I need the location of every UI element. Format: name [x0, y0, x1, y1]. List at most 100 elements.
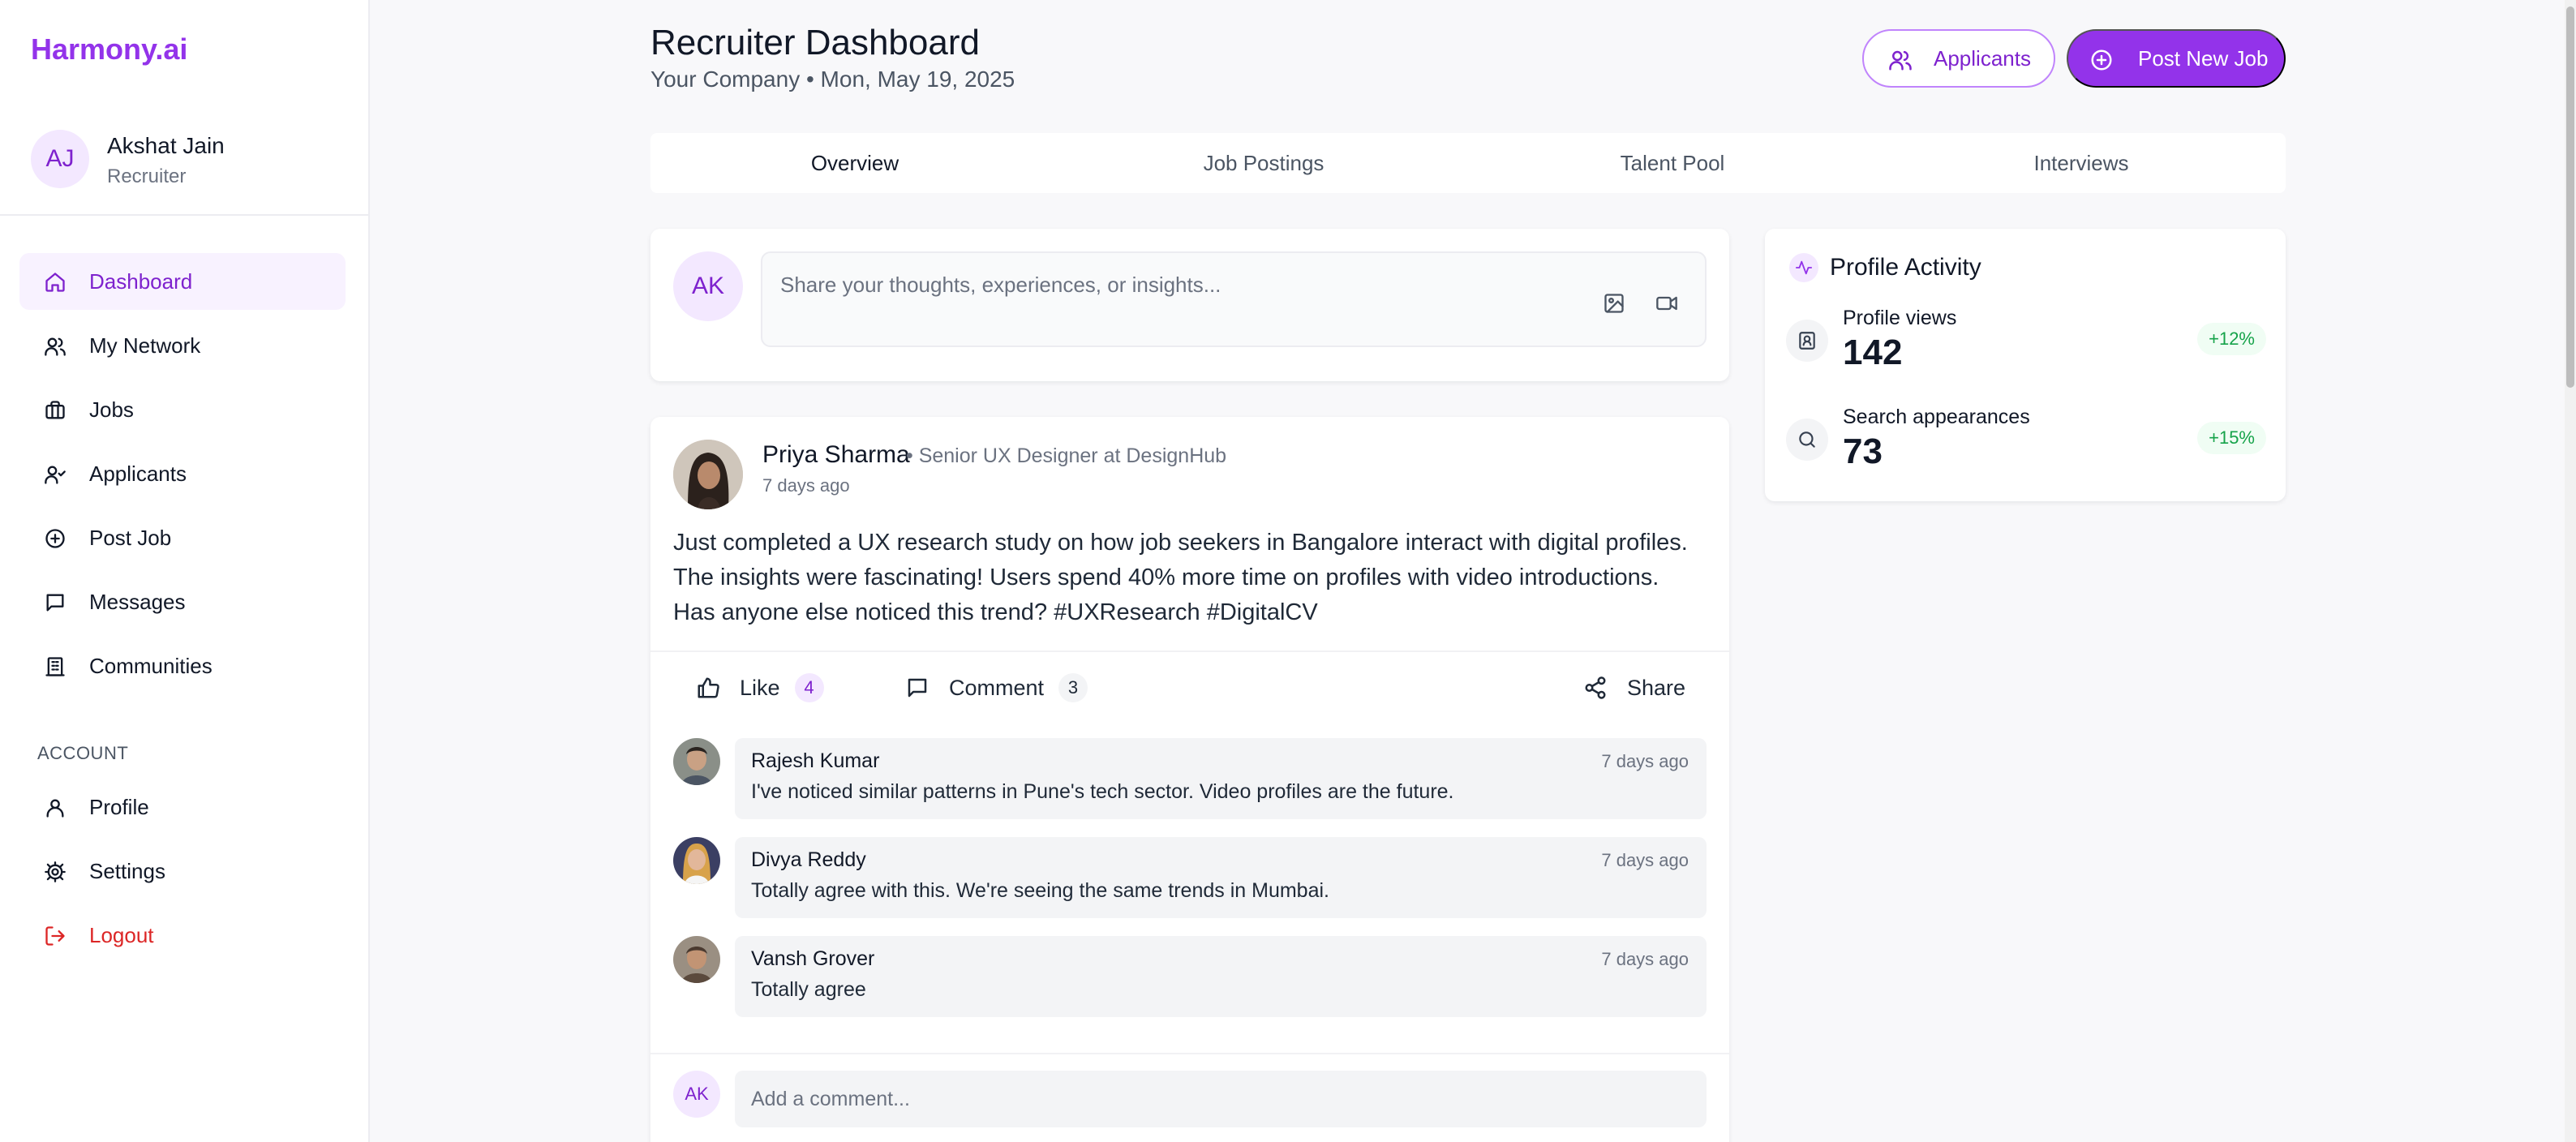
commenter-avatar[interactable] [673, 936, 720, 983]
comment-button[interactable]: Comment 3 [905, 668, 1088, 707]
commenter-name[interactable]: Divya Reddy [751, 848, 866, 872]
users-icon [1888, 48, 1913, 72]
sidebar-item-communities[interactable]: Communities [19, 638, 346, 694]
sidebar-item-label: Communities [89, 653, 213, 678]
page-scrollbar[interactable] [2565, 0, 2576, 1142]
like-button[interactable]: Like 4 [696, 668, 824, 707]
image-icon[interactable] [1603, 292, 1625, 315]
sidebar-item-label: Logout [89, 922, 154, 947]
comment-timestamp: 7 days ago [1601, 751, 1689, 771]
contact-card-icon [1786, 320, 1828, 362]
tab-overview[interactable]: Overview [650, 133, 1059, 193]
comment-item: Vansh Grover 7 days ago Totally agree [673, 936, 1707, 1017]
sidebar-item-applicants[interactable]: Applicants [19, 445, 346, 502]
commenter-avatar[interactable] [673, 837, 720, 884]
comment-bubble: Rajesh Kumar 7 days ago I've noticed sim… [735, 738, 1707, 819]
thumbs-up-icon [696, 676, 720, 700]
metric-delta-badge: +12% [2197, 323, 2266, 355]
brand-logo[interactable]: Harmony.ai [31, 32, 187, 67]
profile-activity-title: Profile Activity [1830, 254, 1981, 281]
sidebar: Harmony.ai AJ Akshat Jain Recruiter Dash… [0, 0, 370, 1142]
sidebar-item-profile[interactable]: Profile [19, 779, 346, 835]
logout-icon [44, 925, 67, 947]
briefcase-icon [44, 399, 67, 422]
sidebar-item-label: My Network [89, 333, 201, 358]
message-square-icon [905, 676, 930, 700]
metric-label: Search appearances [1843, 406, 2030, 428]
metric-search-appearances: Search appearances 73 +15% [1786, 406, 2266, 483]
sidebar-item-logout[interactable]: Logout [19, 907, 346, 964]
comment-text: Totally agree [751, 978, 866, 1001]
post-author[interactable]: Priya Sharma [762, 441, 910, 469]
metric-profile-views: Profile views 142 +12% [1786, 307, 2266, 384]
applicants-button[interactable]: Applicants [1862, 29, 2055, 88]
composer-placeholder: Share your thoughts, experiences, or ins… [780, 273, 1221, 297]
comment-bubble: Vansh Grover 7 days ago Totally agree [735, 936, 1707, 1017]
page-title: Recruiter Dashboard [650, 23, 980, 62]
search-icon [1786, 419, 1828, 461]
metric-value: 73 [1843, 431, 1883, 471]
share-icon [1583, 676, 1608, 700]
account-section-label: ACCOUNT [37, 743, 129, 763]
plus-circle-icon [44, 527, 67, 550]
user-card[interactable]: AJ Akshat Jain Recruiter [31, 130, 355, 195]
post-timestamp: 7 days ago [762, 475, 850, 496]
feed-post: Priya Sharma • Senior UX Designer at Des… [650, 417, 1729, 1142]
sidebar-item-post-job[interactable]: Post Job [19, 509, 346, 566]
commenter-name[interactable]: Rajesh Kumar [751, 749, 879, 773]
metric-value: 142 [1843, 333, 1903, 372]
sidebar-item-label: Applicants [89, 461, 187, 486]
building-icon [44, 655, 67, 678]
post-composer: AK Share your thoughts, experiences, or … [650, 229, 1729, 381]
message-square-icon [44, 591, 67, 614]
sidebar-item-label: Post Job [89, 525, 172, 550]
commenter-avatar[interactable] [673, 738, 720, 785]
tab-bar: Overview Job Postings Talent Pool Interv… [650, 133, 2286, 193]
comment-item: Rajesh Kumar 7 days ago I've noticed sim… [673, 738, 1707, 819]
like-label: Like [740, 675, 780, 700]
sidebar-item-label: Dashboard [89, 268, 193, 294]
user-icon [44, 796, 67, 819]
sidebar-item-my-network[interactable]: My Network [19, 317, 346, 374]
comment-bubble: Divya Reddy 7 days ago Totally agree wit… [735, 837, 1707, 918]
profile-activity-card: Profile Activity Profile views 142 +12% … [1765, 229, 2286, 501]
commenter-name[interactable]: Vansh Grover [751, 947, 874, 971]
user-check-icon [44, 463, 67, 486]
divider [650, 1053, 1729, 1054]
add-comment-input[interactable] [735, 1071, 1707, 1127]
tab-talent-pool[interactable]: Talent Pool [1468, 133, 1877, 193]
comment-timestamp: 7 days ago [1601, 949, 1689, 969]
user-role: Recruiter [107, 165, 187, 187]
like-count-badge: 4 [794, 673, 824, 702]
comment-timestamp: 7 days ago [1601, 850, 1689, 870]
user-name: Akshat Jain [107, 133, 225, 158]
sidebar-item-messages[interactable]: Messages [19, 573, 346, 630]
comment-item: Divya Reddy 7 days ago Totally agree wit… [673, 837, 1707, 918]
post-new-job-button[interactable]: Post New Job [2067, 29, 2286, 88]
video-icon[interactable] [1655, 292, 1679, 315]
avatar: AK [673, 251, 743, 321]
post-new-job-button-label: Post New Job [2138, 45, 2269, 71]
sidebar-item-jobs[interactable]: Jobs [19, 381, 346, 438]
tab-interviews[interactable]: Interviews [1877, 133, 2286, 193]
users-icon [44, 335, 67, 358]
composer-input[interactable]: Share your thoughts, experiences, or ins… [761, 251, 1707, 347]
profile-activity-header: Profile Activity [1789, 253, 1981, 282]
metric-label: Profile views [1843, 307, 1957, 329]
comment-text: Totally agree with this. We're seeing th… [751, 879, 1329, 902]
share-button[interactable]: Share [1583, 668, 1685, 707]
author-avatar[interactable] [673, 440, 743, 509]
comment-count-badge: 3 [1058, 673, 1088, 702]
scrollbar-thumb[interactable] [2566, 6, 2574, 388]
home-icon [44, 271, 67, 294]
sidebar-item-dashboard[interactable]: Dashboard [19, 253, 346, 310]
activity-icon [1789, 253, 1818, 282]
sidebar-divider [0, 214, 368, 216]
comment-text: I've noticed similar patterns in Pune's … [751, 780, 1454, 803]
gear-icon [44, 861, 67, 883]
avatar: AK [673, 1071, 720, 1118]
sidebar-item-settings[interactable]: Settings [19, 843, 346, 899]
tab-job-postings[interactable]: Job Postings [1059, 133, 1468, 193]
page-subtitle: Your Company • Mon, May 19, 2025 [650, 67, 1015, 92]
post-author-role: • Senior UX Designer at DesignHub [906, 444, 1227, 467]
